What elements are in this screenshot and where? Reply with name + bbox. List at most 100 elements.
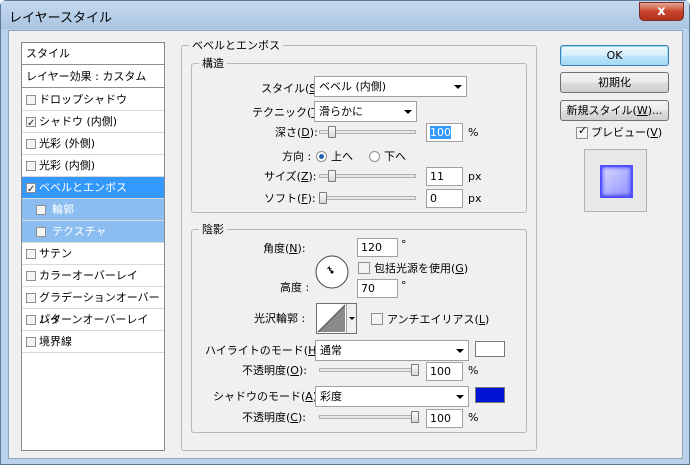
highlight-mode-select[interactable]: 通常 [315, 340, 469, 361]
soften-slider-thumb[interactable] [319, 192, 327, 204]
highlight-mode-label: ハイライトのモード(H): [205, 344, 324, 357]
highlight-opacity-thumb[interactable] [411, 364, 419, 376]
svg-text:+: + [326, 264, 333, 273]
altitude-unit: ° [401, 279, 407, 292]
blending-options-item[interactable]: レイヤー効果 : カスタム [22, 66, 164, 88]
anti-alias-label[interactable]: アンチエイリアス(L) [387, 313, 489, 327]
sidebar-item[interactable]: カラーオーバーレイ [22, 265, 164, 287]
sidebar-item-checkbox[interactable] [26, 271, 36, 281]
sidebar-item-checkbox[interactable] [26, 179, 36, 201]
sidebar-item-label: 輪郭 [52, 203, 74, 216]
new-style-button[interactable]: 新規スタイル(W)... [560, 100, 669, 121]
global-light-checkbox[interactable] [358, 262, 370, 274]
direction-down-radio[interactable] [369, 151, 380, 162]
shadow-mode-select[interactable]: 彩度 [315, 386, 469, 407]
soften-slider[interactable] [319, 196, 416, 200]
depth-label: 深さ(D): [275, 126, 318, 139]
sidebar-item[interactable]: パターンオーバーレイ [22, 309, 164, 331]
soften-input[interactable]: 0 [426, 189, 463, 208]
technique-select[interactable]: 滑らかに [314, 101, 417, 122]
reset-button[interactable]: 初期化 [560, 72, 669, 93]
anti-alias-checkbox[interactable] [371, 313, 383, 325]
sidebar-item-label: ベベルとエンボス [39, 181, 127, 194]
shadow-opacity-label: 不透明度(C): [242, 411, 306, 424]
sidebar-item-label: テクスチャ [52, 225, 107, 238]
altitude-label: 高度 : [280, 281, 310, 294]
size-unit: px [468, 170, 482, 183]
shadow-opacity-slider[interactable] [319, 415, 416, 419]
sidebar-item-label: ドロップシャドウ [39, 93, 127, 106]
sidebar-item-checkbox[interactable] [26, 161, 36, 171]
highlight-opacity-unit: % [468, 364, 479, 377]
sidebar-item-checkbox[interactable] [26, 95, 36, 105]
gloss-contour-picker[interactable] [316, 303, 357, 334]
sidebar-item[interactable]: シャドウ (内側) [22, 111, 164, 135]
highlight-opacity-input[interactable]: 100 [426, 362, 463, 381]
sidebar-item-label: サテン [39, 247, 72, 260]
direction-up-radio[interactable] [316, 151, 327, 162]
direction-down-label[interactable]: 下へ [384, 150, 406, 164]
dialog-client: スタイル レイヤー効果 : カスタム ドロップシャドウシャドウ (内側) 光彩 (… [8, 30, 683, 459]
style-preview-thumbnail [584, 149, 647, 212]
sidebar-item-label: シャドウ (内側) [39, 115, 118, 128]
style-select[interactable]: ベベル (内側) [314, 76, 467, 97]
sidebar-item-checkbox[interactable] [36, 227, 46, 237]
shading-title: 陰影 [199, 223, 227, 236]
angle-label: 角度(N): [263, 242, 306, 255]
global-light-label[interactable]: 包括光源を使用(G) [374, 262, 468, 276]
altitude-input[interactable]: 70 [357, 279, 398, 298]
sidebar-item-label: 光彩 (内側) [39, 159, 96, 172]
bevel-emboss-title: ベベルとエンボス [189, 39, 283, 52]
styles-header[interactable]: スタイル [22, 43, 164, 65]
sidebar-item[interactable]: 光彩 (外側) [22, 133, 164, 155]
highlight-opacity-slider[interactable] [319, 368, 416, 372]
sidebar-item-checkbox[interactable] [26, 249, 36, 259]
angle-input[interactable]: 120 [357, 238, 398, 257]
title-bar: レイヤースタイル x [1, 1, 689, 29]
ok-button[interactable]: OK [560, 45, 669, 66]
direction-up-label[interactable]: 上へ [331, 150, 353, 164]
sidebar-item[interactable]: ドロップシャドウ [22, 89, 164, 111]
sidebar-item[interactable]: グラデーションオーバーレイ [22, 287, 164, 326]
depth-unit: % [468, 126, 479, 139]
sidebar-item-label: パターンオーバーレイ [39, 313, 149, 326]
sidebar-item-checkbox[interactable] [26, 315, 36, 325]
size-slider-thumb[interactable] [328, 170, 337, 182]
gloss-contour-label: 光沢輪郭 : [254, 312, 306, 325]
sidebar-item-label: 境界線 [39, 335, 72, 348]
sidebar-item[interactable]: 光彩 (内側) [22, 155, 164, 177]
depth-input[interactable]: 100 [426, 123, 463, 142]
shadow-mode-label: シャドウのモード(A): [213, 390, 321, 403]
sidebar-item-checkbox[interactable] [26, 293, 36, 303]
preview-checkbox[interactable] [576, 124, 588, 139]
sidebar-item-label: 光彩 (外側) [39, 137, 96, 150]
sidebar-item[interactable]: サテン [22, 243, 164, 265]
window-title: レイヤースタイル [9, 11, 112, 26]
shadow-opacity-input[interactable]: 100 [426, 409, 463, 428]
angle-dial[interactable]: + [314, 254, 350, 290]
size-input[interactable]: 11 [426, 167, 463, 186]
style-list-panel: スタイル レイヤー効果 : カスタム ドロップシャドウシャドウ (内側) 光彩 (… [21, 42, 165, 451]
sidebar-item-checkbox[interactable] [26, 139, 36, 149]
direction-label: 方向 : [282, 150, 312, 163]
gloss-contour-preview [317, 304, 346, 333]
highlight-opacity-label: 不透明度(O): [242, 364, 307, 377]
sidebar-item-checkbox[interactable] [26, 337, 36, 347]
close-button[interactable]: x [639, 2, 684, 21]
sidebar-item[interactable]: 境界線 [22, 331, 164, 353]
sidebar-item[interactable]: ベベルとエンボス [22, 177, 164, 201]
sidebar-item-checkbox[interactable] [26, 113, 36, 135]
shadow-opacity-thumb[interactable] [411, 411, 419, 423]
gloss-contour-dropdown[interactable] [346, 304, 356, 333]
shadow-color-swatch[interactable] [475, 387, 505, 403]
shadow-opacity-unit: % [468, 411, 479, 424]
sidebar-item[interactable]: テクスチャ [22, 221, 164, 243]
structure-title: 構造 [199, 57, 227, 70]
soften-unit: px [468, 192, 482, 205]
preview-label[interactable]: プレビュー(V) [591, 126, 662, 140]
sidebar-item-checkbox[interactable] [36, 205, 46, 215]
depth-slider-thumb[interactable] [328, 126, 337, 138]
sidebar-item[interactable]: 輪郭 [22, 199, 164, 221]
sidebar-item-label: カラーオーバーレイ [39, 269, 138, 282]
highlight-color-swatch[interactable] [475, 341, 505, 357]
